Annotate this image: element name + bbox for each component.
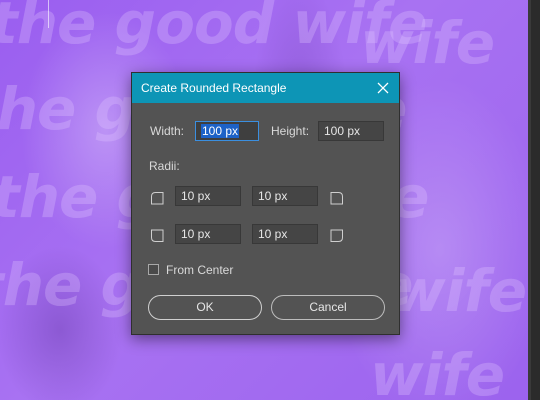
top-left-corner-icon: [150, 191, 164, 205]
from-center-checkbox[interactable]: [148, 264, 159, 275]
bottom-left-radius-field[interactable]: 10 px: [175, 224, 241, 244]
ok-button[interactable]: OK: [148, 295, 262, 320]
width-field[interactable]: 100 px: [195, 121, 259, 141]
height-field[interactable]: 100 px: [318, 121, 384, 141]
background-text: wife: [370, 341, 505, 400]
cancel-button[interactable]: Cancel: [271, 295, 385, 320]
bottom-left-corner-icon: [150, 229, 164, 243]
top-left-radius-field[interactable]: 10 px: [175, 186, 241, 206]
panel-edge: [528, 0, 540, 400]
from-center-label[interactable]: From Center: [166, 263, 233, 277]
bottom-right-radius-field[interactable]: 10 px: [252, 224, 318, 244]
close-icon: [377, 82, 389, 94]
canvas-guide-line: [48, 0, 49, 28]
top-right-corner-icon: [330, 191, 344, 205]
top-right-radius-field[interactable]: 10 px: [252, 186, 318, 206]
radii-label: Radii:: [149, 159, 180, 173]
create-rounded-rectangle-dialog: Create Rounded Rectangle Width: 100 px H…: [131, 72, 400, 335]
close-button[interactable]: [373, 78, 393, 98]
width-label: Width:: [150, 124, 185, 138]
dialog-title: Create Rounded Rectangle: [141, 81, 287, 95]
dialog-titlebar[interactable]: Create Rounded Rectangle: [132, 73, 399, 103]
height-label: Height:: [271, 124, 310, 138]
background-text: wife: [360, 9, 495, 77]
width-value-selection: 100 px: [201, 124, 240, 138]
background-text: wife: [392, 257, 527, 325]
bottom-right-corner-icon: [330, 229, 344, 243]
